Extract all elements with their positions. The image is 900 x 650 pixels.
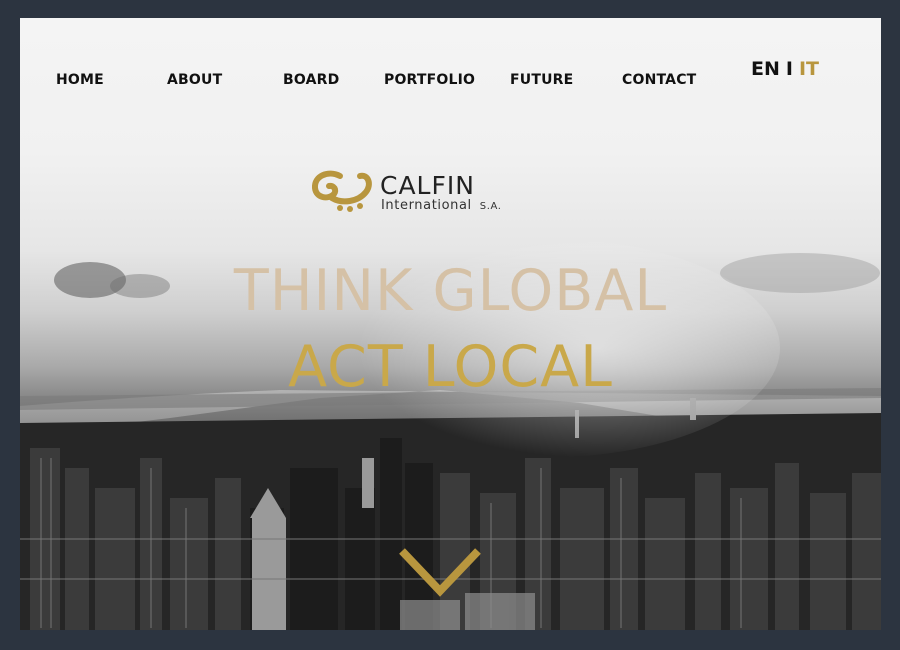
nav-contact[interactable]: CONTACT bbox=[622, 72, 696, 88]
logo-name: CALFIN bbox=[380, 171, 475, 200]
calfin-logo-mark-icon bbox=[312, 170, 372, 212]
lang-it-link[interactable]: IT bbox=[799, 58, 819, 80]
hero-headline-line2: ACT LOCAL bbox=[288, 334, 613, 400]
nav-board[interactable]: BOARD bbox=[283, 72, 339, 88]
lang-en-link[interactable]: EN bbox=[751, 58, 780, 80]
nav-about[interactable]: ABOUT bbox=[167, 72, 222, 88]
logo-subtitle: International S.A. bbox=[381, 198, 502, 213]
logo-suffix: S.A. bbox=[479, 201, 502, 212]
city-skyline-background bbox=[20, 238, 881, 630]
nav-portfolio[interactable]: PORTFOLIO bbox=[384, 72, 475, 88]
nav-home[interactable]: HOME bbox=[56, 72, 104, 88]
calfin-logo[interactable]: CALFIN International S.A. bbox=[310, 168, 570, 218]
hero-section: HOME ABOUT BOARD PORTFOLIO FUTURE CONTAC… bbox=[20, 18, 881, 630]
language-switcher: EN I IT bbox=[751, 58, 819, 80]
hero-headline-line1: THINK GLOBAL bbox=[233, 258, 668, 324]
logo-sub-text: International bbox=[381, 198, 472, 213]
chevron-down-icon[interactable] bbox=[396, 543, 484, 599]
nav-future[interactable]: FUTURE bbox=[510, 72, 573, 88]
lang-separator: I bbox=[785, 58, 793, 80]
